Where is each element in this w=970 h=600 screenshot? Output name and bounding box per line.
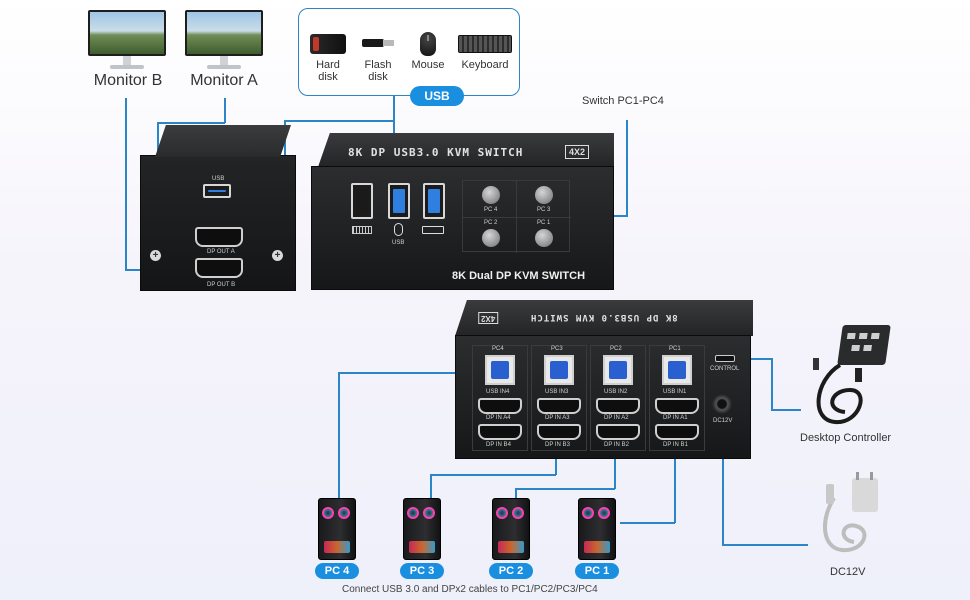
pc3-switch-button[interactable] xyxy=(535,186,553,204)
dp-out-b-port xyxy=(195,258,243,278)
screw-icon: + xyxy=(150,250,161,261)
keyboard-icon xyxy=(458,35,512,53)
dp-in-b4-label: DP IN B4 xyxy=(486,442,511,448)
dp-in-b2-port xyxy=(596,424,640,440)
pc1-switch-button[interactable] xyxy=(535,229,553,247)
front-usb-port-mouse xyxy=(388,183,410,219)
dp-in-b1-port xyxy=(655,424,699,440)
back-badge: 4X2 xyxy=(478,312,499,324)
dp-in-a1-label: DP IN A1 xyxy=(663,415,688,421)
flash-disk-icon xyxy=(362,38,394,48)
power-adapter-icon xyxy=(822,472,878,553)
pc1-label: PC 1 xyxy=(575,563,619,579)
dp-in-a2-port xyxy=(596,398,640,414)
pc4-tower-icon xyxy=(318,498,356,560)
hard-disk-label: Hard disk xyxy=(306,59,350,83)
flash-disk-label: Flash disk xyxy=(356,59,400,83)
dp-in-a4-port xyxy=(478,398,522,414)
front-brand-text: 8K Dual DP KVM SWITCH xyxy=(452,270,586,282)
control-port xyxy=(715,355,735,362)
pc3-button-label: PC 3 xyxy=(537,207,551,213)
back-pc3-label: PC3 xyxy=(551,346,563,352)
pc4-switch-button[interactable] xyxy=(482,186,500,204)
dp-out-a-port xyxy=(195,227,243,247)
dp-in-a4-label: DP IN A4 xyxy=(486,415,511,421)
dp-in-b1-label: DP IN B1 xyxy=(663,442,688,448)
flash-disk-label-line1: Flash xyxy=(364,59,392,71)
dp-in-a1-port xyxy=(655,398,699,414)
pc-button-grid xyxy=(462,180,571,253)
usb-in4-label: USB IN4 xyxy=(486,389,510,395)
storage-icon xyxy=(422,226,444,234)
power-label: DC12V xyxy=(830,566,866,578)
control-label: CONTROL xyxy=(710,366,740,372)
dp-out-a-label: DP OUT A xyxy=(207,249,235,255)
pc4-button-label: PC 4 xyxy=(484,207,498,213)
front-usb-port-keyboard xyxy=(351,183,373,219)
keyboard-label: Keyboard xyxy=(461,59,509,71)
mouse-icon xyxy=(394,223,403,236)
hard-disk-label-line1: Hard xyxy=(316,59,340,71)
pc4-label: PC 4 xyxy=(315,563,359,579)
front-title-text: 8K DP USB3.0 KVM SWITCH xyxy=(348,146,524,159)
side-usb-label: USB xyxy=(212,176,225,182)
switch-label: Switch PC1-PC4 xyxy=(582,95,664,107)
back-pc1-label: PC1 xyxy=(669,346,681,352)
usb-in4-port xyxy=(485,355,515,385)
usb-in3-label: USB IN3 xyxy=(545,389,569,395)
front-title: 8K DP USB3.0 KVM SWITCH xyxy=(348,146,523,159)
pc3-label: PC 3 xyxy=(400,563,444,579)
controller-cable-icon xyxy=(813,358,863,425)
dp-in-a2-label: DP IN A2 xyxy=(604,415,629,421)
front-usb-port-storage xyxy=(423,183,445,219)
dp-out-b-label: DP OUT B xyxy=(207,282,236,288)
pc1-tower-icon xyxy=(578,498,616,560)
monitor-a-label: Monitor A xyxy=(190,72,258,89)
front-badge: 4X2 xyxy=(565,145,590,159)
pc2-tower-icon xyxy=(492,498,530,560)
keyboard-icon xyxy=(352,226,372,234)
monitor-b-label: Monitor B xyxy=(93,72,163,89)
back-pc2-label: PC2 xyxy=(610,346,622,352)
pc2-switch-button[interactable] xyxy=(482,229,500,247)
dp-in-b3-label: DP IN B3 xyxy=(545,442,570,448)
mouse-label: Mouse xyxy=(411,59,445,71)
front-usb-label: USB xyxy=(392,240,405,246)
usb-in1-port xyxy=(662,355,692,385)
mouse-icon xyxy=(420,32,436,56)
dc-jack xyxy=(712,394,732,414)
back-title: 8K DP USB3.0 KVM SWITCH xyxy=(530,312,678,322)
hard-disk-label-line2: disk xyxy=(318,71,338,83)
hard-disk-icon xyxy=(310,34,346,54)
usb-in2-label: USB IN2 xyxy=(604,389,628,395)
pc1-button-label: PC 1 xyxy=(537,220,551,226)
dp-in-b4-port xyxy=(478,424,522,440)
usb-in1-label: USB IN1 xyxy=(663,389,687,395)
dp-in-a3-port xyxy=(537,398,581,414)
pc2-label: PC 2 xyxy=(489,563,533,579)
caption: Connect USB 3.0 and DPx2 cables to PC1/P… xyxy=(342,584,598,595)
screw-icon: + xyxy=(272,250,283,261)
side-usb-port xyxy=(203,184,231,198)
pc2-button-label: PC 2 xyxy=(484,220,498,226)
usb-pill: USB xyxy=(410,86,464,106)
flash-disk-label-line2: disk xyxy=(368,71,388,83)
dp-in-b2-label: DP IN B2 xyxy=(604,442,629,448)
dc-label: DC12V xyxy=(713,418,733,424)
usb-in3-port xyxy=(544,355,574,385)
desktop-controller-label: Desktop Controller xyxy=(800,432,892,444)
back-pc4-label: PC4 xyxy=(492,346,504,352)
dp-in-b3-port xyxy=(537,424,581,440)
dp-in-a3-label: DP IN A3 xyxy=(545,415,570,421)
usb-in2-port xyxy=(603,355,633,385)
pc3-tower-icon xyxy=(403,498,441,560)
